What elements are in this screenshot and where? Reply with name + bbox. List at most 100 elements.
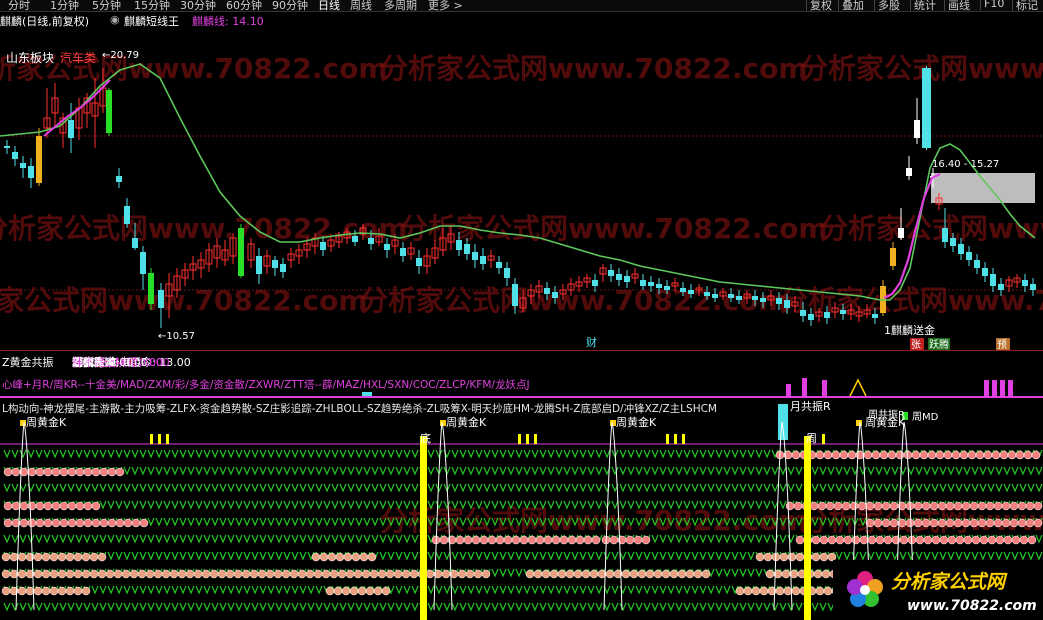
signal-bead: [781, 569, 791, 579]
signal-arrow: [867, 483, 875, 493]
signal-arrow: [235, 551, 243, 561]
signal-arrow: [787, 483, 795, 493]
signal-arrow: [83, 483, 91, 493]
signal-arrow: [155, 517, 163, 527]
signal-arrow: [555, 449, 563, 459]
signal-arrow: [123, 466, 131, 476]
signal-arrow: [683, 449, 691, 459]
signal-bead: [57, 569, 67, 579]
signal-arrow: [147, 483, 155, 493]
signal-bead: [815, 586, 825, 596]
tab-15min[interactable]: 15分钟: [134, 0, 170, 11]
signal-arrow: [211, 585, 219, 595]
indicator-name[interactable]: 麒麟短线王: [124, 13, 179, 29]
signal-arrow: [643, 602, 651, 612]
stats-button[interactable]: 统计: [910, 0, 939, 11]
draw-button[interactable]: 画线: [944, 0, 973, 11]
signal-bead: [645, 569, 655, 579]
signal-arrow: [147, 551, 155, 561]
signal-arrow: [99, 534, 107, 544]
f10-button[interactable]: F10: [980, 0, 1007, 10]
signal-arrow: [603, 551, 611, 561]
signal-arrow: [491, 585, 499, 595]
tab-more[interactable]: 更多 >: [428, 0, 463, 11]
tab-fenshi[interactable]: 分时: [8, 0, 30, 11]
signal-arrow: [563, 551, 571, 561]
signal-arrow: [435, 551, 443, 561]
tab-5min[interactable]: 5分钟: [92, 0, 121, 11]
signal-arrow: [883, 466, 891, 476]
signal-arrow: [243, 551, 251, 561]
signal-bead: [849, 501, 859, 511]
label-monthly-resonance: 月共振R: [790, 400, 831, 413]
signal-arrow: [331, 449, 339, 459]
signal-arrow: [363, 500, 371, 510]
multi-stock-button[interactable]: 多股: [874, 0, 903, 11]
signal-bead: [583, 535, 593, 545]
signal-arrow: [651, 466, 659, 476]
signal-bead: [983, 450, 993, 460]
signal-bead: [33, 569, 43, 579]
tab-daily[interactable]: 日线: [318, 0, 340, 11]
signal-bead: [919, 450, 929, 460]
candle-body: [592, 280, 598, 286]
tab-1min[interactable]: 1分钟: [50, 0, 79, 11]
signal-arrow: [83, 534, 91, 544]
indicator-dropdown-icon[interactable]: ◉: [110, 13, 120, 26]
tab-30min[interactable]: 30分钟: [180, 0, 216, 11]
candle-body: [872, 314, 878, 318]
candle-body: [124, 206, 130, 224]
signal-arrow: [275, 551, 283, 561]
signal-bead: [385, 569, 395, 579]
signal-arrow: [275, 602, 283, 612]
signal-bead: [139, 518, 149, 528]
signal-bead: [161, 569, 171, 579]
signal-bead: [945, 518, 955, 528]
mark-button[interactable]: 标记: [1012, 0, 1041, 11]
signal-arrow: [291, 585, 299, 595]
indicator-gold-resonance-name[interactable]: Z黄金共振: [2, 354, 54, 370]
signal-arrow: [899, 483, 907, 493]
indicator-panel-resonance-signals[interactable]: 心峰+月R/周KR--十金美/MAD/ZXM/彩/多金/资金散/ZXWR/ZTT…: [0, 372, 1043, 400]
tab-multi-period[interactable]: 多周期: [384, 0, 417, 11]
candle-body: [664, 286, 670, 290]
signal-arrow: [219, 449, 227, 459]
signal-bead: [565, 569, 575, 579]
tab-weekly[interactable]: 周线: [350, 0, 372, 11]
signal-arrow: [899, 551, 907, 561]
signal-arrow: [283, 517, 291, 527]
fuquan-button[interactable]: 复权: [806, 0, 835, 11]
signal-arrow: [267, 483, 275, 493]
signal-bead: [67, 501, 77, 511]
signal-arrow: [35, 449, 43, 459]
overlay-button[interactable]: 叠加: [838, 0, 867, 11]
signal-arrow: [219, 483, 227, 493]
tab-60min[interactable]: 60分钟: [226, 0, 262, 11]
signal-arrow: [659, 483, 667, 493]
resonance-bar: [1000, 380, 1005, 397]
signal-arrow: [331, 602, 339, 612]
signal-bead: [527, 535, 537, 545]
signal-bead: [439, 535, 449, 545]
signal-arrow: [955, 483, 963, 493]
signal-arrow: [563, 483, 571, 493]
tab-90min[interactable]: 90分钟: [272, 0, 308, 11]
candle-body: [106, 90, 112, 133]
signal-arrow: [563, 602, 571, 612]
signal-arrow: [115, 534, 123, 544]
signal-arrow: [539, 449, 547, 459]
signal-arrow: [227, 517, 235, 527]
signal-bead: [875, 535, 885, 545]
signal-bead: [685, 569, 695, 579]
indicator-panel-gold-resonance[interactable]: Z黄金共振 穿阳箭: 0.00 前30日高点至今: 13.00 稳赢介入: 0.00…: [0, 352, 1043, 370]
signal-arrow: [387, 551, 395, 561]
signal-arrow: [459, 602, 467, 612]
signal-arrow: [579, 585, 587, 595]
signal-bead: [791, 586, 801, 596]
signal-arrow: [227, 551, 235, 561]
main-candlestick-chart[interactable]: 分析家公式网www.70822.com分析家公式网www.70822.com分析…: [0, 28, 1043, 350]
signal-bead: [67, 467, 77, 477]
signal-arrow: [91, 585, 99, 595]
signal-bead: [661, 569, 671, 579]
candle-body: [890, 248, 896, 266]
